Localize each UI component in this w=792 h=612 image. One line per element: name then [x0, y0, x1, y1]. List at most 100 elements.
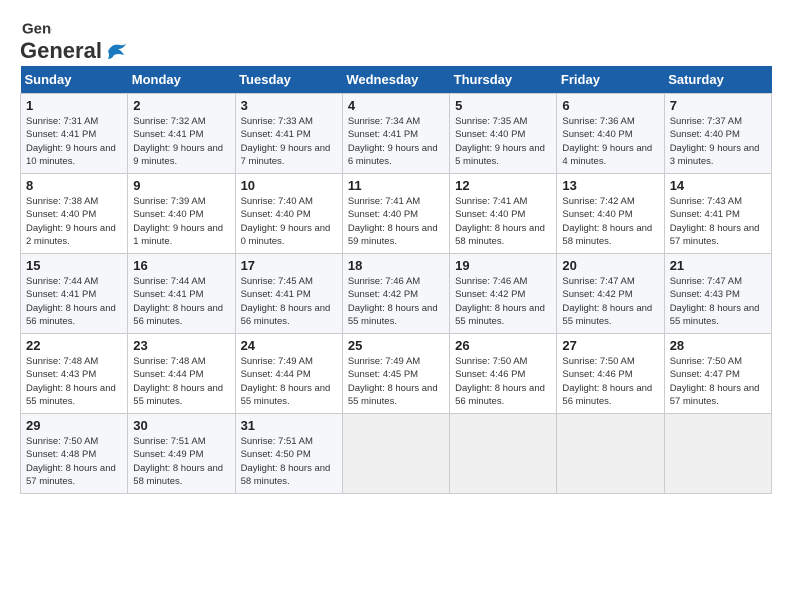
calendar-cell — [342, 414, 449, 494]
day-info: Sunrise: 7:31 AMSunset: 4:41 PMDaylight:… — [26, 116, 116, 167]
day-number: 10 — [241, 178, 337, 193]
day-info: Sunrise: 7:49 AMSunset: 4:44 PMDaylight:… — [241, 356, 331, 407]
calendar-cell: 6Sunrise: 7:36 AMSunset: 4:40 PMDaylight… — [557, 94, 664, 174]
day-number: 30 — [133, 418, 229, 433]
calendar-cell: 31 Sunrise: 7:51 AMSunset: 4:50 PMDayligh… — [235, 414, 342, 494]
calendar-cell — [664, 414, 771, 494]
day-number: 25 — [348, 338, 444, 353]
calendar-cell: 27 Sunrise: 7:50 AMSunset: 4:46 PMDayligh… — [557, 334, 664, 414]
day-number: 31 — [241, 418, 337, 433]
calendar-cell: 3 Sunrise: 7:33 AMSunset: 4:41 PMDaylight… — [235, 94, 342, 174]
day-number: 11 — [348, 178, 444, 193]
calendar-cell: 13 Sunrise: 7:42 AMSunset: 4:40 PMDayligh… — [557, 174, 664, 254]
day-number: 6 — [562, 98, 658, 113]
day-number: 9 — [133, 178, 229, 193]
day-info: Sunrise: 7:40 AMSunset: 4:40 PMDaylight:… — [241, 196, 331, 247]
col-header-tuesday: Tuesday — [235, 66, 342, 94]
day-number: 4 — [348, 98, 444, 113]
calendar-cell: 12 Sunrise: 7:41 AMSunset: 4:40 PMDayligh… — [450, 174, 557, 254]
day-number: 23 — [133, 338, 229, 353]
day-info: Sunrise: 7:50 AMSunset: 4:48 PMDaylight:… — [26, 436, 116, 487]
day-number: 16 — [133, 258, 229, 273]
logo-general: General — [20, 38, 102, 64]
day-info: Sunrise: 7:49 AMSunset: 4:45 PMDaylight:… — [348, 356, 438, 407]
day-info: Sunrise: 7:50 AMSunset: 4:46 PMDaylight:… — [455, 356, 545, 407]
day-info: Sunrise: 7:47 AMSunset: 4:43 PMDaylight:… — [670, 276, 760, 327]
calendar-cell: 17 Sunrise: 7:45 AMSunset: 4:41 PMDayligh… — [235, 254, 342, 334]
day-number: 15 — [26, 258, 122, 273]
day-info: Sunrise: 7:48 AMSunset: 4:43 PMDaylight:… — [26, 356, 116, 407]
calendar-cell — [557, 414, 664, 494]
calendar-cell: 22 Sunrise: 7:48 AMSunset: 4:43 PMDayligh… — [21, 334, 128, 414]
calendar-cell: 25 Sunrise: 7:49 AMSunset: 4:45 PMDayligh… — [342, 334, 449, 414]
day-number: 3 — [241, 98, 337, 113]
col-header-monday: Monday — [128, 66, 235, 94]
day-info: Sunrise: 7:51 AMSunset: 4:50 PMDaylight:… — [241, 436, 331, 487]
day-info: Sunrise: 7:44 AMSunset: 4:41 PMDaylight:… — [26, 276, 116, 327]
page-header: General General — [20, 20, 772, 56]
day-info: Sunrise: 7:48 AMSunset: 4:44 PMDaylight:… — [133, 356, 223, 407]
day-number: 2 — [133, 98, 229, 113]
col-header-sunday: Sunday — [21, 66, 128, 94]
calendar-cell: 18 Sunrise: 7:46 AMSunset: 4:42 PMDayligh… — [342, 254, 449, 334]
day-info: Sunrise: 7:41 AMSunset: 4:40 PMDaylight:… — [348, 196, 438, 247]
day-number: 27 — [562, 338, 658, 353]
day-info: Sunrise: 7:37 AMSunset: 4:40 PMDaylight:… — [670, 116, 760, 167]
day-info: Sunrise: 7:33 AMSunset: 4:41 PMDaylight:… — [241, 116, 331, 167]
day-info: Sunrise: 7:44 AMSunset: 4:41 PMDaylight:… — [133, 276, 223, 327]
calendar-cell: 9 Sunrise: 7:39 AMSunset: 4:40 PMDaylight… — [128, 174, 235, 254]
day-info: Sunrise: 7:50 AMSunset: 4:46 PMDaylight:… — [562, 356, 652, 407]
calendar-cell: 19Sunrise: 7:46 AMSunset: 4:42 PMDayligh… — [450, 254, 557, 334]
col-header-friday: Friday — [557, 66, 664, 94]
calendar-cell: 23 Sunrise: 7:48 AMSunset: 4:44 PMDayligh… — [128, 334, 235, 414]
calendar-cell: 8 Sunrise: 7:38 AMSunset: 4:40 PMDaylight… — [21, 174, 128, 254]
calendar-cell: 14 Sunrise: 7:43 AMSunset: 4:41 PMDayligh… — [664, 174, 771, 254]
calendar-cell: 5Sunrise: 7:35 AMSunset: 4:40 PMDaylight… — [450, 94, 557, 174]
day-info: Sunrise: 7:43 AMSunset: 4:41 PMDaylight:… — [670, 196, 760, 247]
day-info: Sunrise: 7:38 AMSunset: 4:40 PMDaylight:… — [26, 196, 116, 247]
logo-bird-icon — [104, 41, 128, 61]
day-number: 24 — [241, 338, 337, 353]
day-info: Sunrise: 7:46 AMSunset: 4:42 PMDaylight:… — [455, 276, 545, 327]
day-number: 12 — [455, 178, 551, 193]
day-number: 14 — [670, 178, 766, 193]
day-number: 5 — [455, 98, 551, 113]
day-number: 17 — [241, 258, 337, 273]
logo-icon: General — [22, 20, 52, 38]
day-info: Sunrise: 7:42 AMSunset: 4:40 PMDaylight:… — [562, 196, 652, 247]
calendar-cell: 30 Sunrise: 7:51 AMSunset: 4:49 PMDayligh… — [128, 414, 235, 494]
day-number: 18 — [348, 258, 444, 273]
calendar-cell: 24 Sunrise: 7:49 AMSunset: 4:44 PMDayligh… — [235, 334, 342, 414]
calendar-cell: 20 Sunrise: 7:47 AMSunset: 4:42 PMDayligh… — [557, 254, 664, 334]
logo: General General — [20, 20, 128, 56]
day-number: 1 — [26, 98, 122, 113]
svg-text:General: General — [22, 21, 52, 38]
day-info: Sunrise: 7:34 AMSunset: 4:41 PMDaylight:… — [348, 116, 438, 167]
calendar-cell: 26 Sunrise: 7:50 AMSunset: 4:46 PMDayligh… — [450, 334, 557, 414]
calendar-cell: 28 Sunrise: 7:50 AMSunset: 4:47 PMDayligh… — [664, 334, 771, 414]
calendar-cell: 11 Sunrise: 7:41 AMSunset: 4:40 PMDayligh… — [342, 174, 449, 254]
day-info: Sunrise: 7:41 AMSunset: 4:40 PMDaylight:… — [455, 196, 545, 247]
calendar-cell: 15 Sunrise: 7:44 AMSunset: 4:41 PMDayligh… — [21, 254, 128, 334]
day-info: Sunrise: 7:47 AMSunset: 4:42 PMDaylight:… — [562, 276, 652, 327]
day-number: 20 — [562, 258, 658, 273]
day-number: 22 — [26, 338, 122, 353]
calendar-cell: 7Sunrise: 7:37 AMSunset: 4:40 PMDaylight… — [664, 94, 771, 174]
calendar-cell: 16 Sunrise: 7:44 AMSunset: 4:41 PMDayligh… — [128, 254, 235, 334]
day-info: Sunrise: 7:51 AMSunset: 4:49 PMDaylight:… — [133, 436, 223, 487]
calendar-table: SundayMondayTuesdayWednesdayThursdayFrid… — [20, 66, 772, 494]
day-number: 28 — [670, 338, 766, 353]
calendar-cell — [450, 414, 557, 494]
calendar-cell: 1 Sunrise: 7:31 AMSunset: 4:41 PMDaylight… — [21, 94, 128, 174]
day-info: Sunrise: 7:46 AMSunset: 4:42 PMDaylight:… — [348, 276, 438, 327]
day-info: Sunrise: 7:45 AMSunset: 4:41 PMDaylight:… — [241, 276, 331, 327]
col-header-wednesday: Wednesday — [342, 66, 449, 94]
day-number: 8 — [26, 178, 122, 193]
day-number: 29 — [26, 418, 122, 433]
calendar-cell: 4 Sunrise: 7:34 AMSunset: 4:41 PMDaylight… — [342, 94, 449, 174]
day-number: 26 — [455, 338, 551, 353]
day-info: Sunrise: 7:39 AMSunset: 4:40 PMDaylight:… — [133, 196, 223, 247]
day-number: 13 — [562, 178, 658, 193]
col-header-saturday: Saturday — [664, 66, 771, 94]
day-info: Sunrise: 7:50 AMSunset: 4:47 PMDaylight:… — [670, 356, 760, 407]
